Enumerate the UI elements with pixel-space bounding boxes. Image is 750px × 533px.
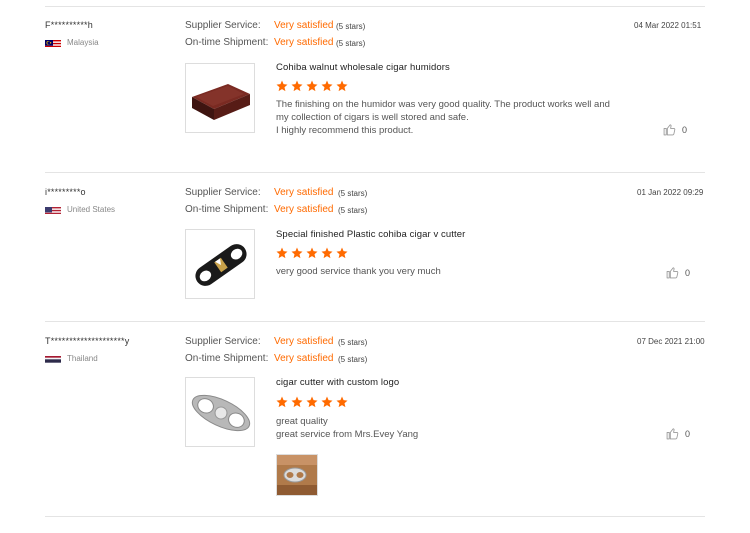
rating-stars [276,247,348,259]
supplier-service-label: Supplier Service: [185,20,261,31]
star-icon [276,396,288,408]
country-name: Thailand [67,353,98,363]
product-title[interactable]: cigar cutter with custom logo [276,377,399,388]
review-date: 01 Jan 2022 09:29 [637,188,704,197]
buyer-country: United States [45,204,115,214]
product-title[interactable]: Cohiba walnut wholesale cigar humidors [276,62,450,73]
feedback-text: The finishing on the humidor was very go… [276,99,610,136]
star-icon [276,80,288,92]
review-date: 07 Dec 2021 21:00 [637,337,705,346]
supplier-service-value: Very satisfied [274,20,334,31]
top-divider [45,6,705,7]
star-icon [306,80,318,92]
like-button[interactable]: 0 [666,427,690,440]
buyer-name: F**********h [45,20,93,30]
thumbs-up-icon [663,124,676,136]
buyer-name: i*********o [45,187,86,197]
review-divider [45,321,705,322]
like-button[interactable]: 0 [666,266,690,279]
humidor-product-image[interactable] [185,63,255,133]
ontime-shipment-stars: (5 stars) [338,355,368,364]
country-name: United States [67,204,116,214]
star-icon [336,80,348,92]
ontime-shipment-value: Very satisfied [274,353,334,364]
like-count: 0 [685,267,691,278]
rating-stars [276,396,348,408]
steel-cutter-product-image[interactable] [185,377,255,447]
supplier-service-stars: (5 stars) [338,189,368,198]
review-photo-thumbnail[interactable] [276,454,318,496]
like-button[interactable]: 0 [663,123,687,136]
bottom-divider [45,516,705,517]
star-icon [291,80,303,92]
ontime-shipment-label: On-time Shipment: [185,204,269,215]
black-v-cutter-product-image[interactable] [185,229,255,299]
star-icon [336,396,348,408]
supplier-service-value: Very satisfied [274,187,334,198]
star-icon [336,247,348,259]
rating-stars [276,80,348,92]
star-icon [291,247,303,259]
supplier-service-stars: (5 stars) [338,338,368,347]
review-divider [45,172,705,173]
star-icon [321,80,333,92]
thailand-flag-icon [45,353,61,363]
united-states-flag-icon [45,204,61,214]
ontime-shipment-stars: (5 stars) [336,39,366,48]
star-icon [306,396,318,408]
malaysia-flag-icon [45,37,61,47]
ontime-shipment-label: On-time Shipment: [185,353,269,364]
thumbs-up-icon [666,428,679,440]
supplier-service-stars: (5 stars) [336,22,366,31]
buyer-country: Malaysia [45,37,99,47]
product-title[interactable]: Special finished Plastic cohiba cigar v … [276,229,465,240]
like-count: 0 [685,428,691,439]
supplier-service-value: Very satisfied [274,336,334,347]
star-icon [276,247,288,259]
ontime-shipment-stars: (5 stars) [338,206,368,215]
star-icon [321,396,333,408]
ontime-shipment-value: Very satisfied [274,37,334,48]
thumbs-up-icon [666,267,679,279]
star-icon [306,247,318,259]
supplier-service-label: Supplier Service: [185,187,261,198]
ontime-shipment-label: On-time Shipment: [185,37,269,48]
country-name: Malaysia [67,37,99,47]
like-count: 0 [682,124,688,135]
star-icon [321,247,333,259]
star-icon [291,396,303,408]
buyer-name: T********************y [45,336,130,346]
supplier-service-label: Supplier Service: [185,336,261,347]
buyer-country: Thailand [45,353,98,363]
review-date: 04 Mar 2022 01:51 [634,21,702,30]
feedback-text: very good service thank you very much [276,266,441,277]
ontime-shipment-value: Very satisfied [274,204,334,215]
feedback-text: great quality great service from Mrs.Eve… [276,416,419,440]
